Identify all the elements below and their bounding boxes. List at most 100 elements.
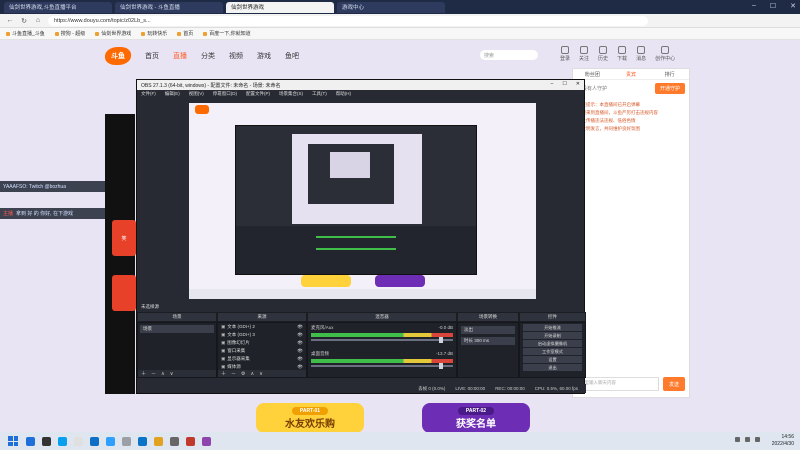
remove-icon[interactable]: － — [151, 370, 156, 377]
nav-yuba[interactable]: 鱼吧 — [285, 51, 299, 61]
back-icon[interactable]: ← — [6, 17, 14, 24]
obs-titlebar: OBS 27.1.3 (64-bit, windows) - 配置文件: 未命名… — [137, 80, 584, 90]
source-item[interactable]: 窗口采集👁 — [218, 347, 306, 355]
url-input[interactable]: https://www.douyu.com/topic/z02Lb_s... — [48, 15, 648, 26]
bookmark-item[interactable]: 玩转快乐 — [141, 30, 167, 37]
maximize-icon[interactable]: ☐ — [562, 81, 566, 87]
browser-tab[interactable]: 游戏中心 — [337, 1, 445, 13]
download-icon[interactable]: 下载 — [617, 46, 627, 62]
volume-slider[interactable] — [311, 363, 453, 369]
taskbar-app-icon[interactable] — [26, 436, 35, 446]
nav-game[interactable]: 游戏 — [257, 51, 271, 61]
taskbar-app-icon[interactable] — [138, 436, 147, 446]
taskbar-app-icon[interactable] — [186, 436, 195, 446]
side-ad[interactable] — [112, 275, 136, 311]
taskbar-app-icon[interactable] — [90, 436, 99, 446]
taskbar-app-icon[interactable] — [42, 436, 51, 446]
login-icon[interactable]: 登录 — [560, 46, 570, 62]
windows-start-icon[interactable] — [8, 436, 18, 446]
down-icon[interactable]: ∨ — [259, 371, 263, 377]
banner-part-02[interactable]: PART-02 获奖名单 — [422, 403, 530, 432]
menu-profile[interactable]: 配置文件(P) — [246, 91, 270, 97]
add-icon[interactable]: ＋ — [221, 370, 226, 377]
nav-live[interactable]: 直播 — [173, 51, 187, 61]
menu-edit[interactable]: 编辑(E) — [165, 91, 180, 97]
start-streaming-button[interactable]: 开始推流 — [523, 324, 582, 331]
clock-date: 2022/4/30 — [771, 441, 794, 447]
nav-home[interactable]: 首页 — [145, 51, 159, 61]
site-search-input[interactable]: 搜索 — [480, 50, 538, 60]
clock[interactable]: 14:56 2022/4/30 — [772, 434, 794, 448]
history-icon[interactable]: 历史 — [598, 46, 608, 62]
menu-help[interactable]: 帮助(H) — [336, 91, 351, 97]
banner-part-01[interactable]: PART-01 水友欢乐购 — [256, 403, 364, 432]
rec-time: REC: 00:00:00 — [495, 386, 525, 391]
tab-vip[interactable]: 贵宾 — [612, 69, 651, 79]
nav-category[interactable]: 分类 — [201, 51, 215, 61]
exit-button[interactable]: 退出 — [523, 364, 582, 371]
down-icon[interactable]: ∨ — [170, 371, 174, 377]
minimize-icon[interactable]: – — [551, 81, 554, 87]
close-icon[interactable]: ✕ — [576, 81, 580, 87]
tab-fans[interactable]: 粉丝团 — [573, 69, 612, 79]
side-ad[interactable]: 笑 — [112, 220, 136, 256]
follow-icon[interactable]: 关注 — [579, 46, 589, 62]
menu-docks[interactable]: 停靠窗口(D) — [213, 91, 237, 97]
window-controls: – ☐ ✕ — [752, 2, 796, 10]
minimize-icon[interactable]: – — [752, 2, 756, 10]
virtual-camera-button[interactable]: 启动虚拟摄像机 — [523, 340, 582, 347]
open-guard-button[interactable]: 开通守护 — [654, 83, 685, 94]
taskbar-app-icon[interactable] — [202, 436, 211, 446]
menu-tools[interactable]: 工具(T) — [312, 91, 327, 97]
creator-icon[interactable]: 创作中心 — [655, 46, 675, 62]
menu-file[interactable]: 文件(F) — [141, 91, 156, 97]
up-icon[interactable]: ∧ — [251, 371, 255, 377]
transition-select[interactable]: 淡出 — [461, 326, 515, 334]
browser-tab-active[interactable]: 仙剑世界游戏 — [226, 1, 334, 13]
maximize-icon[interactable]: ☐ — [770, 2, 776, 10]
source-item[interactable]: 图像幻灯片👁 — [218, 339, 306, 347]
taskbar-app-icon[interactable] — [106, 436, 115, 446]
home-icon[interactable]: ⌂ — [34, 17, 42, 24]
tab-rank[interactable]: 排行 — [650, 69, 689, 79]
browser-tab[interactable]: 仙剑世界游戏 - 斗鱼直播 — [115, 1, 223, 13]
gear-icon[interactable]: ⚙ — [241, 371, 245, 377]
send-button[interactable]: 发送 — [663, 377, 685, 391]
settings-button[interactable]: 设置 — [523, 356, 582, 363]
refresh-icon[interactable]: ↻ — [20, 17, 28, 25]
transition-duration[interactable]: 时长 300 ms — [461, 337, 515, 345]
bookmark-item[interactable]: 斗鱼直播_斗鱼 — [6, 30, 45, 37]
volume-slider[interactable] — [311, 337, 453, 343]
source-item[interactable]: 文本 (GDI+) 3👁 — [218, 331, 306, 339]
track-name: 麦克风/Aux — [311, 325, 334, 330]
menu-scene-collection[interactable]: 场景集合(S) — [279, 91, 303, 97]
danmaku-line: 主播 拿到 好 的 你好, 在下游戏 — [0, 208, 105, 219]
remove-icon[interactable]: － — [231, 370, 236, 377]
browser-tab[interactable]: 仙剑世界游戏,斗鱼直播平台 — [4, 1, 112, 13]
site-logo[interactable]: 斗鱼 — [105, 47, 131, 65]
taskbar-app-icon[interactable] — [122, 436, 131, 446]
studio-mode-button[interactable]: 工作室模式 — [523, 348, 582, 355]
bookmark-item[interactable]: 首页 — [177, 30, 193, 37]
message-icon[interactable]: 消息 — [636, 46, 646, 62]
close-icon[interactable]: ✕ — [790, 2, 796, 10]
eye-icon: 👁 — [297, 348, 303, 353]
nav-video[interactable]: 视频 — [229, 51, 243, 61]
chat-input[interactable]: 这里输入聊天内容 — [577, 377, 659, 391]
source-item[interactable]: 文本 (GDI+) 2👁 — [218, 323, 306, 331]
taskbar-app-icon[interactable] — [58, 436, 67, 446]
scene-item[interactable]: 场景 — [140, 325, 214, 333]
source-item[interactable]: 显示器采集👁 — [218, 355, 306, 363]
up-icon[interactable]: ∧ — [161, 371, 165, 377]
start-recording-button[interactable]: 开始录制 — [523, 332, 582, 339]
bookmark-item[interactable]: 仙剑世界游戏 — [95, 30, 131, 37]
obs-preview[interactable] — [189, 103, 536, 299]
system-tray — [735, 437, 760, 442]
bookmark-item[interactable]: 百度一下,你就知道 — [203, 30, 250, 37]
taskbar-app-icon[interactable] — [74, 436, 83, 446]
add-icon[interactable]: ＋ — [141, 370, 146, 377]
bookmark-item[interactable]: 搜狗 - 超级 — [55, 30, 85, 37]
taskbar-app-icon[interactable] — [170, 436, 179, 446]
taskbar-app-icon[interactable] — [154, 436, 163, 446]
menu-view[interactable]: 视图(V) — [189, 91, 204, 97]
